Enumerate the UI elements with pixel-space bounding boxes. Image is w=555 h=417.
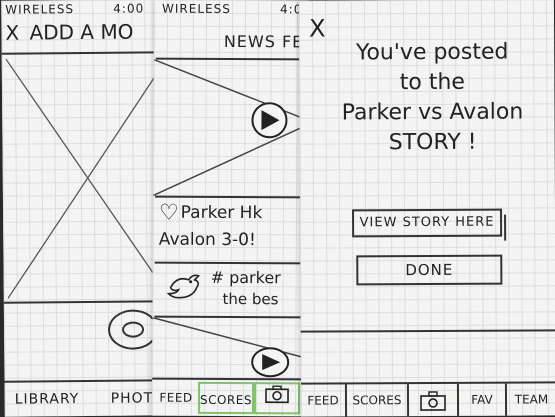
- tab-team[interactable]: TEAM: [507, 383, 555, 416]
- divider: [3, 300, 170, 304]
- tab-bar: LIBRARY PHOTO: [4, 379, 171, 417]
- message-line: Parker vs Avalon: [341, 99, 524, 126]
- play-icon: [251, 347, 290, 378]
- clock-label: 4:00: [113, 1, 145, 16]
- screen-title-row: X ADD A MO: [5, 19, 170, 45]
- status-bar: WIRELESS 4:00: [162, 2, 309, 17]
- divider: [300, 329, 555, 333]
- carrier-label: WIRELESS: [162, 1, 231, 16]
- divider: [155, 195, 310, 199]
- post-text: the bes: [222, 289, 279, 309]
- screen-post-confirmation: X You've posted to the Parker vs Avalon …: [298, 0, 555, 417]
- view-story-label: VIEW STORY HERE: [359, 214, 495, 231]
- camera-icon: [420, 390, 446, 411]
- shutter-icon[interactable]: [107, 309, 159, 350]
- tab-feed[interactable]: FEED: [154, 382, 198, 414]
- message-line: STORY !: [388, 129, 477, 156]
- tab-bar: FEED SCORES FAV TEAM: [300, 381, 555, 417]
- post-text: # parker: [210, 267, 281, 288]
- done-label: DONE: [405, 260, 454, 280]
- play-icon: [251, 102, 288, 139]
- tab-camera[interactable]: [253, 382, 301, 415]
- post-text: Parker Hk: [180, 202, 263, 224]
- screen-news-feed: WIRELESS 4:00 NEWS FE ♡ Parker Hk Avalon …: [151, 0, 310, 417]
- bird-icon: [166, 274, 201, 299]
- heart-icon[interactable]: ♡: [159, 201, 179, 227]
- divider: [1, 51, 168, 55]
- view-story-button[interactable]: VIEW STORY HERE: [352, 208, 507, 241]
- tab-scores[interactable]: SCORES: [197, 381, 255, 415]
- page-title: NEWS FE: [223, 31, 304, 52]
- tab-scores[interactable]: SCORES: [346, 384, 410, 417]
- tab-library[interactable]: LIBRARY: [15, 391, 80, 408]
- done-button[interactable]: DONE: [356, 254, 503, 286]
- tab-fav[interactable]: FAV: [458, 383, 508, 417]
- post-text: Avalon 3-0!: [158, 229, 256, 251]
- tab-feed[interactable]: FEED: [300, 384, 348, 417]
- feed-post-score[interactable]: ♡ Parker Hk Avalon 3-0!: [159, 200, 309, 254]
- confirmation-message: You've posted to the Parker vs Avalon ST…: [317, 37, 548, 158]
- video-post[interactable]: [152, 317, 308, 385]
- tab-camera[interactable]: [408, 383, 460, 417]
- screen-add-moment: WIRELESS 4:00 X ADD A MO LIBRARY PHOTO: [1, 0, 171, 417]
- close-icon[interactable]: X: [5, 21, 19, 45]
- feed-post-tweet[interactable]: # parker the bes: [161, 266, 309, 308]
- message-line: to the: [399, 69, 466, 96]
- camera-icon: [265, 385, 289, 404]
- page-title: ADD A MO: [29, 19, 134, 45]
- image-placeholder-icon[interactable]: [5, 57, 170, 299]
- shutter-inner-ring: [121, 321, 145, 338]
- carrier-label: WIRELESS: [5, 2, 75, 17]
- button-shadow: [500, 214, 507, 241]
- message-line: You've posted: [355, 39, 509, 66]
- video-post[interactable]: [153, 59, 309, 197]
- tab-bar: FEED SCORES: [151, 377, 308, 417]
- status-bar: WIRELESS 4:00: [5, 1, 165, 16]
- divider: [154, 261, 310, 265]
